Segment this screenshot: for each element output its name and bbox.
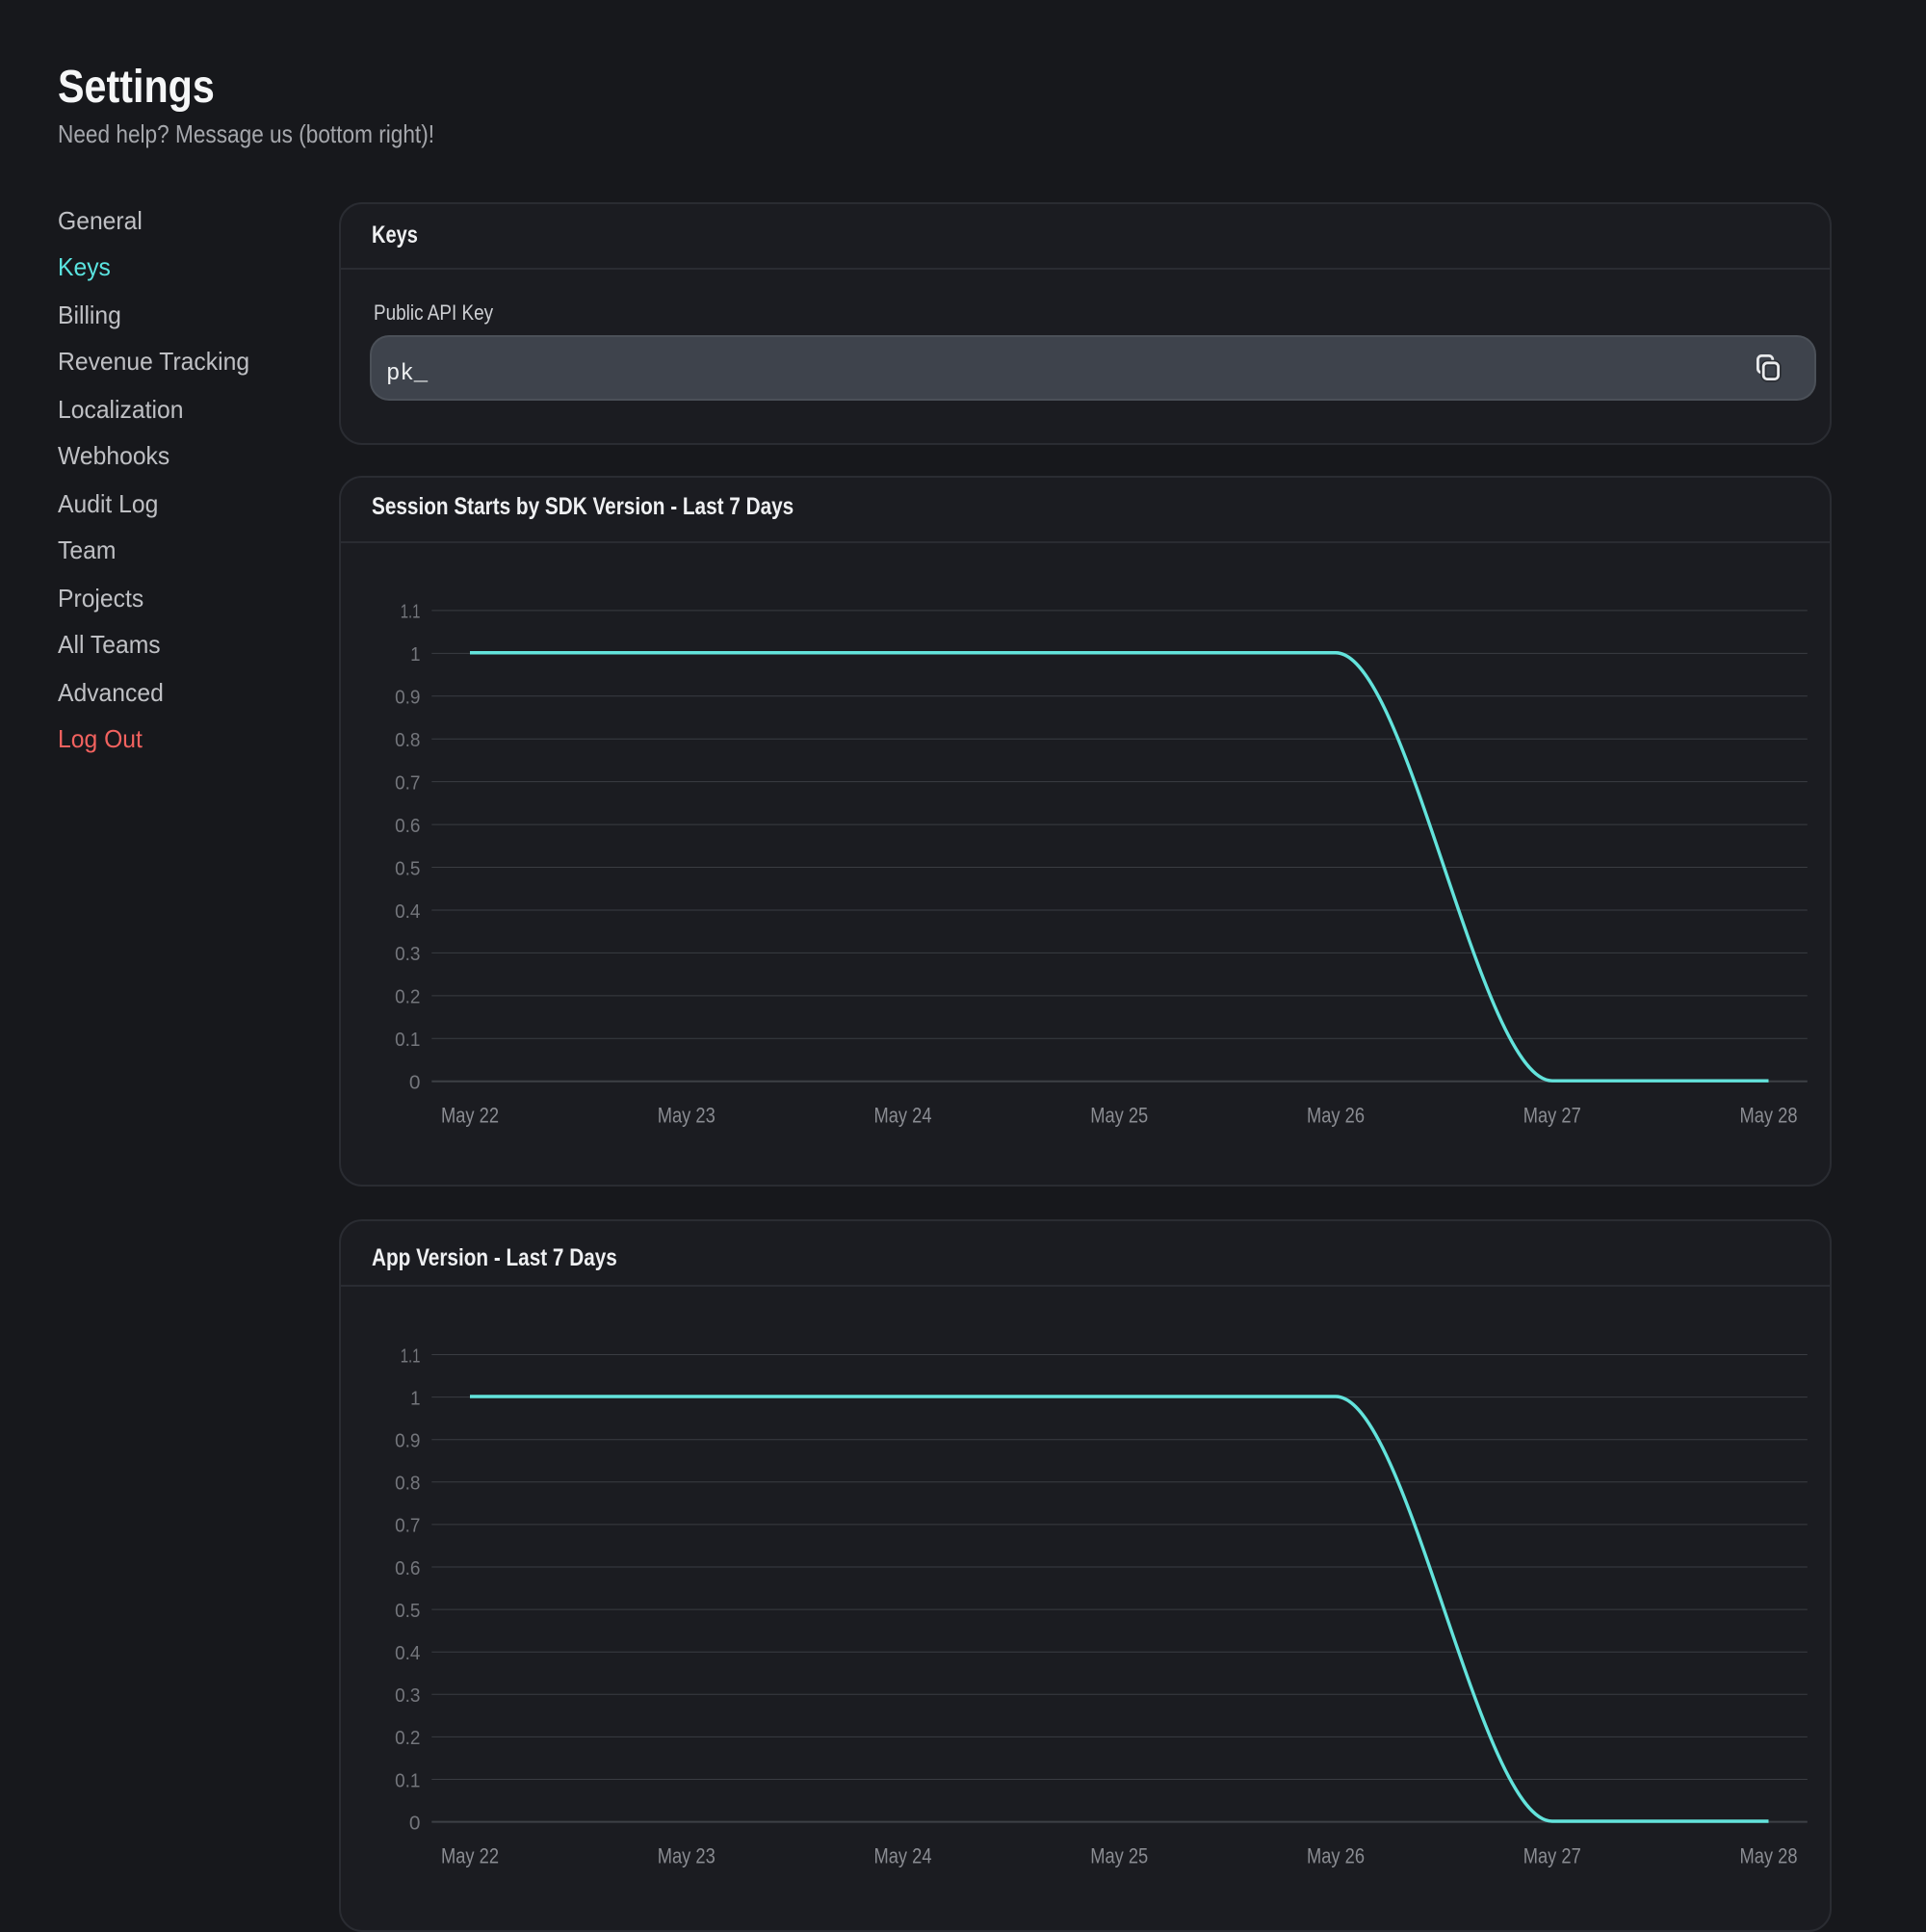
svg-text:May 27: May 27 <box>1523 1103 1580 1127</box>
svg-text:0: 0 <box>408 1814 420 1835</box>
svg-text:May 22: May 22 <box>440 1844 498 1868</box>
svg-text:1: 1 <box>409 1389 419 1410</box>
svg-text:May 23: May 23 <box>657 1103 715 1127</box>
svg-text:0.3: 0.3 <box>394 1686 419 1708</box>
svg-text:0.2: 0.2 <box>394 1729 419 1750</box>
svg-text:May 24: May 24 <box>873 1103 931 1127</box>
svg-text:May 26: May 26 <box>1306 1103 1364 1127</box>
svg-text:0.4: 0.4 <box>394 1644 419 1665</box>
svg-text:0.9: 0.9 <box>394 1431 419 1452</box>
svg-text:0.9: 0.9 <box>394 687 419 708</box>
svg-text:May 23: May 23 <box>657 1844 715 1868</box>
svg-text:0.7: 0.7 <box>394 1516 419 1537</box>
svg-text:1: 1 <box>409 644 419 666</box>
svg-text:0.6: 0.6 <box>394 816 419 837</box>
svg-text:0.1: 0.1 <box>394 1771 419 1792</box>
svg-text:0.5: 0.5 <box>394 858 419 879</box>
svg-text:May 24: May 24 <box>873 1844 931 1868</box>
svg-text:May 26: May 26 <box>1306 1844 1364 1868</box>
svg-text:0.1: 0.1 <box>394 1030 419 1051</box>
svg-text:May 28: May 28 <box>1739 1103 1797 1127</box>
svg-text:May 25: May 25 <box>1089 1103 1147 1127</box>
svg-text:0.3: 0.3 <box>394 944 419 965</box>
svg-text:0.4: 0.4 <box>394 901 419 923</box>
svg-text:May 28: May 28 <box>1739 1844 1797 1868</box>
svg-text:0.8: 0.8 <box>394 1474 419 1495</box>
svg-text:May 25: May 25 <box>1089 1844 1147 1868</box>
svg-text:0.8: 0.8 <box>394 730 419 751</box>
svg-text:0.6: 0.6 <box>394 1558 419 1580</box>
svg-text:1.1: 1.1 <box>400 601 420 622</box>
svg-text:May 22: May 22 <box>440 1103 498 1127</box>
svg-text:May 27: May 27 <box>1523 1844 1580 1868</box>
svg-text:0: 0 <box>408 1072 420 1093</box>
svg-text:0.2: 0.2 <box>394 986 419 1007</box>
svg-text:1.1: 1.1 <box>400 1346 420 1368</box>
svg-text:0.5: 0.5 <box>394 1601 419 1622</box>
svg-text:0.7: 0.7 <box>394 772 419 794</box>
